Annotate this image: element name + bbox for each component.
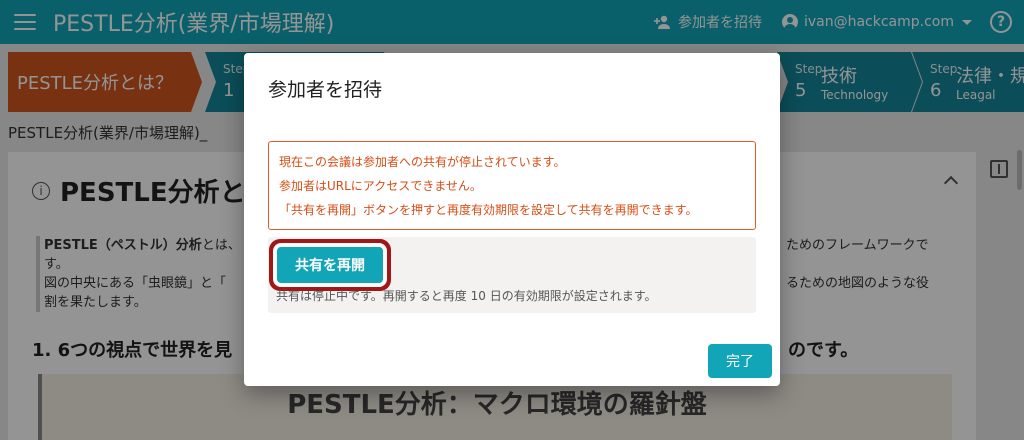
alert-line: 参加者はURLにアクセスできません。 — [279, 179, 482, 193]
resume-note: 共有は停止中です。再開すると再度 10 日の有効期限が設定されます。 — [276, 289, 657, 303]
alert-line: 現在この会議は参加者への共有が停止されています。 — [279, 155, 566, 169]
resume-sharing-section: 共有を再開 共有は停止中です。再開すると再度 10 日の有効期限が設定されます。 — [268, 237, 756, 313]
resume-sharing-button[interactable]: 共有を再開 — [277, 247, 383, 283]
sharing-stopped-alert: 現在この会議は参加者への共有が停止されています。 参加者はURLにアクセスできま… — [268, 141, 756, 230]
done-button[interactable]: 完了 — [708, 344, 772, 378]
dialog-title: 参加者を招待 — [268, 79, 383, 101]
alert-line: 「共有を再開」ボタンを押すと再度有効期限を設定して共有を再開できます。 — [279, 203, 698, 217]
invite-dialog: 参加者を招待 現在この会議は参加者への共有が停止されています。 参加者はURLに… — [244, 53, 780, 386]
